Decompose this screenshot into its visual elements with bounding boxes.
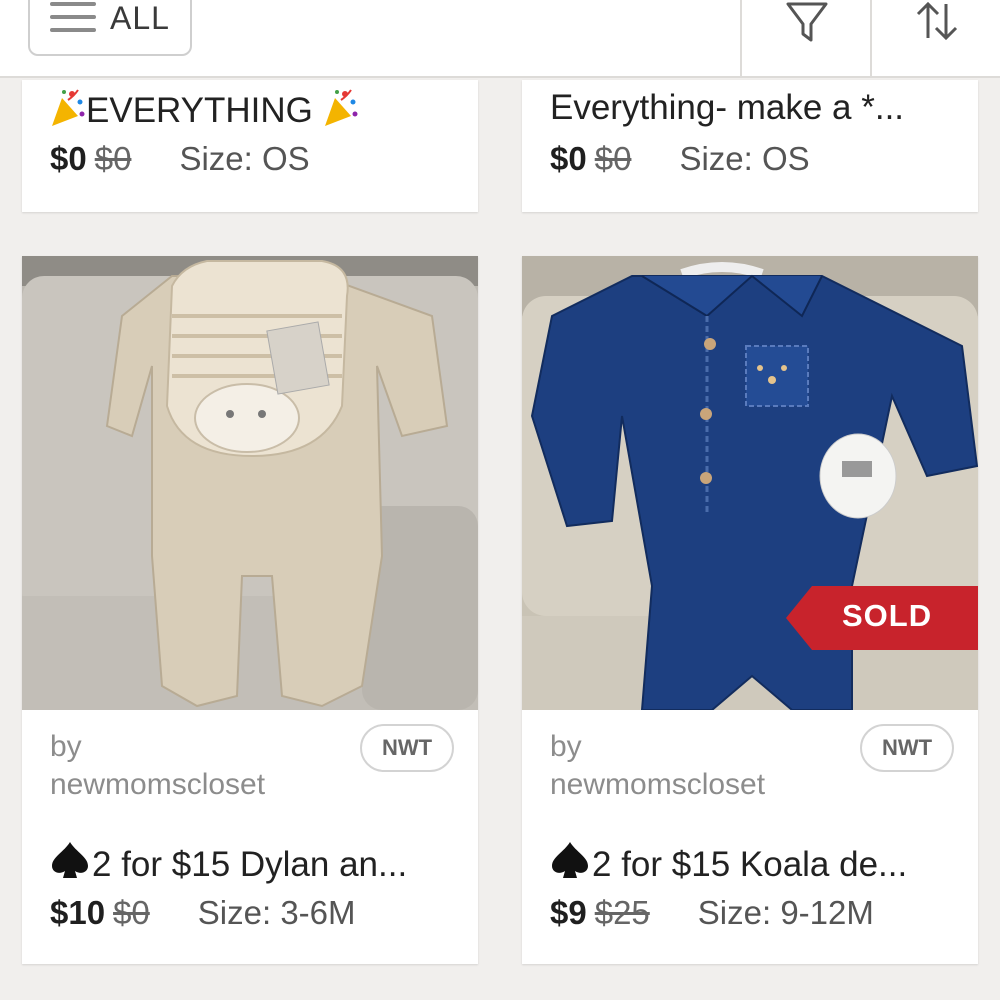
spade-icon [552,842,588,878]
party-popper-icon [324,89,358,126]
size: Size: OS [179,140,310,177]
seller-by-label: by [50,730,82,763]
listing-card[interactable]: SOLD by newmomscloset NWT 2 for $15 Koal… [522,256,978,964]
top-bar: ALL [0,0,1000,78]
size: Size: 3-6M [197,894,356,931]
seller-by-label: by [550,730,582,763]
original-price: $0 [594,140,632,177]
category-menu-label: ALL [110,0,170,36]
sold-label: SOLD [842,598,933,633]
original-price: $25 [594,894,650,931]
listing-card[interactable]: EVERYTHING $0 $0 Size: OS [22,80,478,212]
size: Size: OS [679,140,810,177]
seller-username[interactable]: newmomscloset [50,768,265,802]
seller-username[interactable]: newmomscloset [550,768,765,802]
price: $0 [50,140,87,177]
original-price: $0 [113,894,150,931]
category-menu-button[interactable]: ALL [28,0,192,56]
listing-title: 2 for $15 Koala de... [550,840,907,885]
listing-title: EVERYTHING [50,88,359,131]
spade-icon [52,842,88,878]
hamburger-icon [50,2,96,36]
condition-badge: NWT [860,724,954,772]
listing-title: Everything- make a *... [550,88,905,127]
price-line: $10 $0 Size: 3-6M [50,894,356,932]
original-price: $0 [94,140,132,177]
price: $0 [550,140,587,177]
listing-photo[interactable] [22,256,478,710]
sort-button[interactable] [870,0,1000,76]
size: Size: 9-12M [697,894,874,931]
price: $10 [50,894,106,931]
price-line: $9 $25 Size: 9-12M [550,894,874,932]
listing-card[interactable]: by newmomscloset NWT 2 for $15 Dylan an.… [22,256,478,964]
price-line: $0 $0 Size: OS [50,140,310,178]
listing-card[interactable]: Everything- make a *... $0 $0 Size: OS [522,80,978,212]
filter-button[interactable] [740,0,870,76]
filter-funnel-icon [786,2,828,42]
sold-banner: SOLD [786,586,978,650]
listing-title: 2 for $15 Dylan an... [50,840,407,885]
sort-arrows-icon [916,1,958,41]
party-popper-icon [52,89,85,126]
listing-photo[interactable]: SOLD [522,256,978,710]
price: $9 [550,894,587,931]
price-line: $0 $0 Size: OS [550,140,810,178]
condition-badge: NWT [360,724,454,772]
